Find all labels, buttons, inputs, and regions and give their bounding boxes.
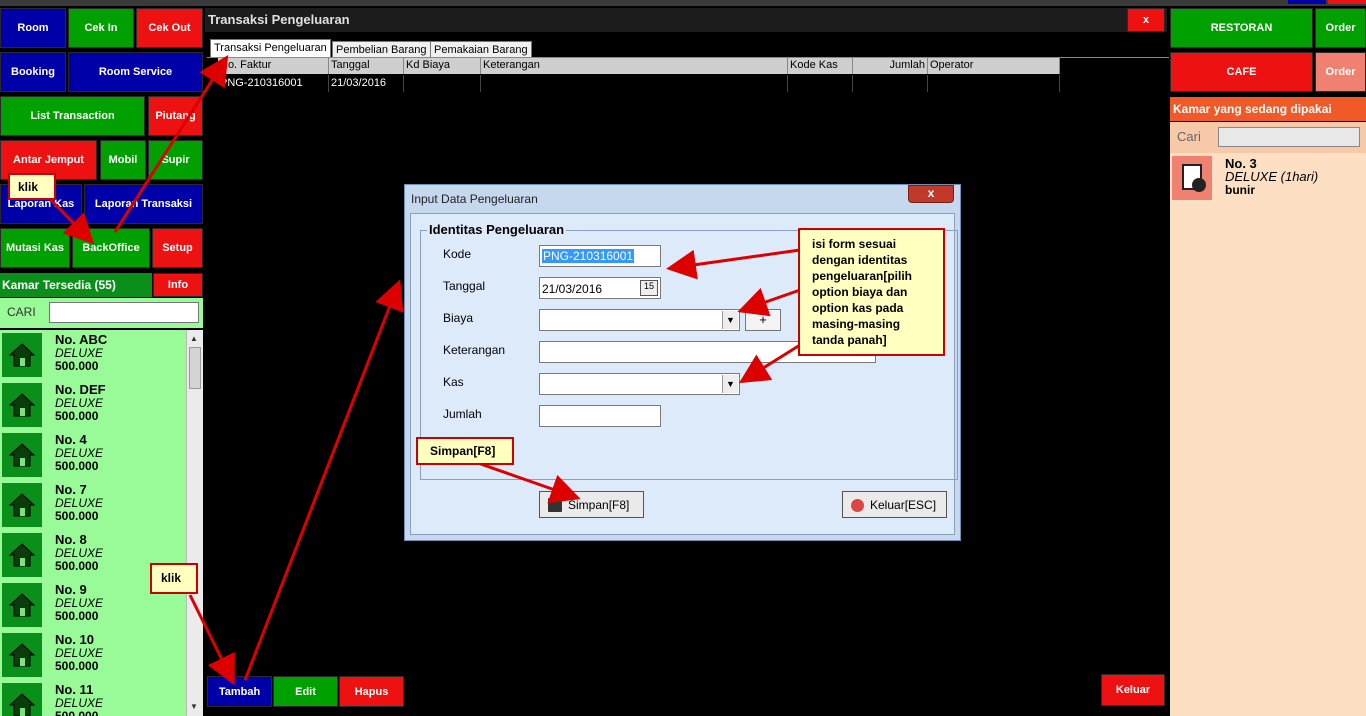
annotation-arrows [44, 54, 801, 686]
klik-note-bottom: klik [150, 563, 198, 594]
instruction-line: option kas pada [812, 301, 904, 315]
instruction-line: isi form sesuai [812, 237, 897, 251]
instruction-note: isi form sesuai dengan identitas pengeluar… [798, 228, 945, 356]
instruction-line: dengan identitas [812, 253, 908, 267]
instruction-line: masing-masing [812, 317, 901, 331]
klik-note-top: klik [8, 173, 56, 200]
simpan-note: Simpan[F8] [416, 437, 514, 465]
instruction-line: tanda panah] [812, 333, 887, 347]
instruction-line: option biaya dan [812, 285, 908, 299]
instruction-line: pengeluaran[pilih [812, 269, 913, 283]
